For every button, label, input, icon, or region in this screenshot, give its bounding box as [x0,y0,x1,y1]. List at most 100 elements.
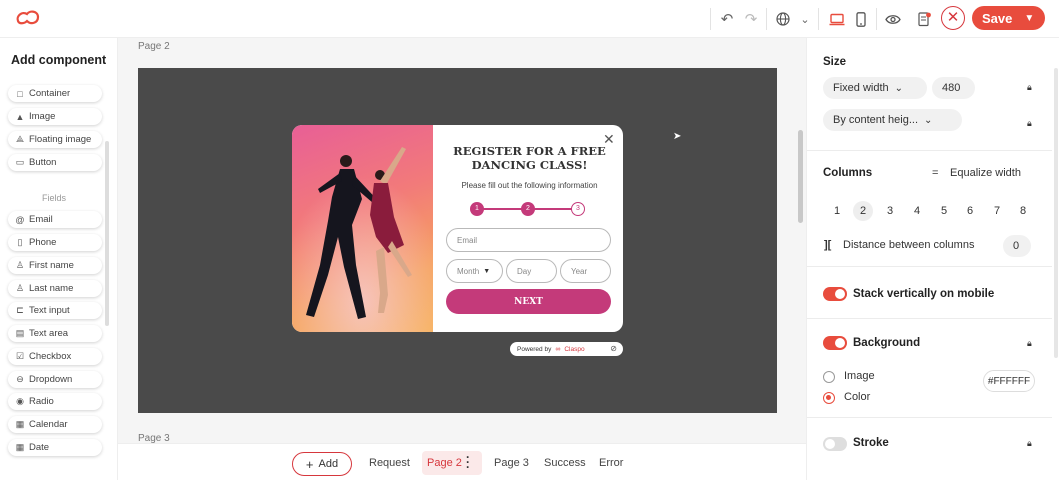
chevron-down-icon: ⌄ [924,114,933,126]
component-label: Text input [29,305,70,316]
preview-eye-icon[interactable] [883,9,903,29]
canvas-scrollbar[interactable] [798,130,803,223]
component-floating-image[interactable]: ⟁ Floating image [8,131,102,148]
step-indicator: 1 2 3 [470,202,587,216]
panel-title: Add component [11,53,107,67]
desktop-view-icon[interactable] [827,9,847,29]
add-page-button[interactable]: + Add [292,452,352,476]
day-placeholder: Day [517,266,532,276]
field-last-name[interactable]: ♙ Last name [8,280,102,297]
lock-icon[interactable]: 🔒︎ [1027,118,1032,129]
left-panel-scrollbar[interactable] [105,141,109,326]
color-radio[interactable] [823,392,835,404]
lock-icon[interactable]: 🔒︎ [1027,82,1032,93]
add-component-panel: Add component □ Container ▲ Image ⟁ Floa… [0,38,118,480]
tab-success[interactable]: Success [544,457,586,469]
floating-image-icon: ⟁ [15,134,25,144]
field-text-area[interactable]: ▤ Text area [8,325,102,342]
more-options-icon[interactable]: · · · [466,451,470,473]
image-radio[interactable] [823,371,835,383]
popup-form[interactable]: ✕ REGISTER FOR A FREE DANCING CLASS! Ple… [292,125,623,332]
add-label: Add [318,458,339,470]
column-option-3[interactable]: 3 [880,201,900,221]
undo-icon[interactable]: ↶ [717,9,737,29]
stroke-label: Stroke [853,437,889,449]
dancers-image[interactable] [292,125,433,332]
mobile-view-icon[interactable] [851,9,871,29]
distance-icon: ][ [824,239,832,251]
language-chevron-down-icon[interactable]: ⌄ [795,9,815,29]
email-field[interactable]: Email [446,228,611,252]
component-label: Text area [29,328,69,339]
tab-page-2[interactable]: Page 2 [427,457,462,469]
globe-icon[interactable] [773,9,793,29]
checkbox-icon: ☑ [15,351,25,361]
redo-icon[interactable]: ↷ [741,9,761,29]
next-button[interactable]: NEXT [446,289,611,314]
properties-panel: Size Fixed width ⌄ 480 🔒︎ By content hei… [806,38,1059,480]
width-input[interactable]: 480 [932,77,975,99]
equalize-icon[interactable]: = [932,167,938,179]
field-date[interactable]: ▦ Date [8,439,102,456]
stack-mobile-toggle[interactable] [823,287,847,301]
field-text-input[interactable]: ⊏ Text input [8,302,102,319]
claspo-logo-icon[interactable] [14,8,42,28]
tab-page-3[interactable]: Page 3 [494,457,529,469]
column-option-5[interactable]: 5 [934,201,954,221]
color-hex-input[interactable]: #FFFFFF [983,370,1035,392]
column-option-1[interactable]: 1 [827,201,847,221]
tab-error[interactable]: Error [599,457,623,469]
distance-input[interactable]: 0 [1003,235,1031,257]
component-button[interactable]: ▭ Button [8,154,102,171]
plus-icon: + [305,456,314,472]
field-radio[interactable]: ◉ Radio [8,393,102,410]
section-divider [807,417,1052,418]
mouse-cursor-icon: ➤ [673,131,682,142]
page-label: Page 2 [138,41,170,52]
column-option-4[interactable]: 4 [907,201,927,221]
column-option-2[interactable]: 2 [853,201,873,221]
close-editor-icon[interactable]: ✕ [941,6,965,30]
stroke-toggle[interactable] [823,437,847,451]
year-field[interactable]: Year [560,259,611,283]
component-image[interactable]: ▲ Image [8,108,102,125]
image-option-label: Image [844,370,875,382]
chevron-down-icon: ⌄ [894,82,904,94]
column-option-8[interactable]: 8 [1013,201,1033,221]
toggle-knob [825,439,835,449]
day-field[interactable]: Day [506,259,557,283]
powered-by-badge[interactable]: Powered by ∞ Claspo ⊘ [510,342,623,356]
height-mode-dropdown[interactable]: By content heig... ⌄ [823,109,962,131]
component-label: Checkbox [29,351,72,362]
text-area-icon: ▤ [15,328,25,338]
button-icon: ▭ [15,157,25,167]
background-toggle[interactable] [823,336,847,350]
right-panel-scrollbar[interactable] [1054,68,1058,358]
lock-icon[interactable]: 🔒︎ [1027,438,1032,449]
popup-title: REGISTER FOR A FREE DANCING CLASS! [453,144,606,172]
width-mode-dropdown[interactable]: Fixed width ⌄ [823,77,927,99]
save-options-chevron-icon[interactable]: ▼ [1024,13,1034,24]
month-select[interactable]: Month ▼ [446,259,503,283]
step-2: 2 [521,202,535,216]
field-phone[interactable]: ▯ Phone [8,234,102,251]
report-document-icon[interactable] [914,9,934,29]
column-option-6[interactable]: 6 [960,201,980,221]
height-mode-value: By content heig... [833,114,918,126]
tab-request[interactable]: Request [369,457,410,469]
hide-eye-icon[interactable]: ⊘ [610,344,617,353]
color-option-label: Color [844,391,871,403]
field-first-name[interactable]: ♙ First name [8,257,102,274]
lock-icon[interactable]: 🔒︎ [1027,338,1032,349]
field-checkbox[interactable]: ☑ Checkbox [8,348,102,365]
field-email[interactable]: @ Email [8,211,102,228]
column-option-7[interactable]: 7 [987,201,1007,221]
save-button[interactable]: Save ▼ [972,6,1045,30]
field-calendar[interactable]: ▦ Calendar [8,416,102,433]
color-hex-value: #FFFFFF [987,375,1031,387]
component-container[interactable]: □ Container [8,85,102,102]
equalize-width-label[interactable]: Equalize width [950,167,1021,179]
field-dropdown[interactable]: ⊖ Dropdown [8,371,102,388]
component-label: Last name [29,283,74,294]
save-button-label: Save [982,10,1013,26]
